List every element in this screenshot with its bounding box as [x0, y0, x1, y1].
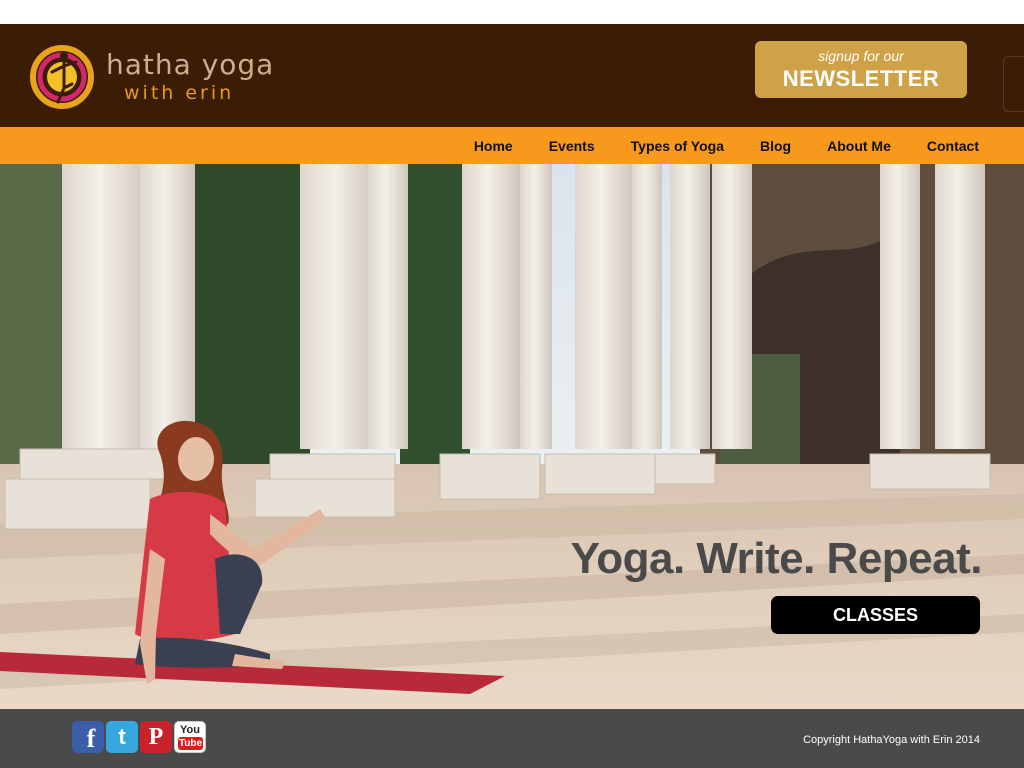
pinterest-glyph: P — [148, 723, 164, 750]
logo-subtitle: with erin — [124, 82, 235, 104]
logo-title: hatha yoga — [106, 48, 275, 81]
nav-item-about-me[interactable]: About Me — [827, 138, 891, 154]
site-footer: f t P You Tube Copyright HathaYoga with … — [0, 709, 1024, 768]
copyright-text: Copyright HathaYoga with Erin 2014 — [803, 734, 980, 746]
classes-button[interactable]: CLASSES — [771, 596, 980, 634]
youtube-icon[interactable]: You Tube — [174, 721, 206, 753]
main-navigation: Home Events Types of Yoga Blog About Me … — [0, 127, 1024, 164]
yoga-logo-icon — [30, 45, 94, 109]
nav-item-home[interactable]: Home — [474, 138, 513, 154]
nav-item-events[interactable]: Events — [549, 138, 595, 154]
pinterest-icon[interactable]: P — [140, 721, 172, 753]
youtube-you-text: You — [180, 724, 200, 736]
newsletter-small-label: signup for our — [818, 48, 904, 64]
site-header: hatha yoga with erin signup for our NEWS… — [0, 24, 1024, 127]
header-edge-decoration — [1003, 56, 1024, 112]
facebook-icon[interactable]: f — [72, 721, 104, 753]
newsletter-big-label: NEWSLETTER — [782, 66, 940, 91]
nav-item-contact[interactable]: Contact — [927, 138, 979, 154]
twitter-glyph: t — [118, 724, 126, 749]
newsletter-signup-button[interactable]: signup for our NEWSLETTER — [755, 41, 967, 98]
facebook-glyph: f — [86, 724, 96, 753]
twitter-icon[interactable]: t — [106, 721, 138, 753]
hero-banner: Yoga. Write. Repeat. CLASSES — [0, 164, 1024, 709]
nav-item-blog[interactable]: Blog — [760, 138, 791, 154]
youtube-tube-text: Tube — [178, 737, 203, 750]
site-logo[interactable]: hatha yoga with erin — [28, 44, 298, 110]
nav-item-types-of-yoga[interactable]: Types of Yoga — [631, 138, 724, 154]
hero-tagline: Yoga. Write. Repeat. — [570, 534, 983, 583]
nav-list: Home Events Types of Yoga Blog About Me … — [438, 127, 979, 164]
social-links: f t P You Tube — [72, 721, 208, 753]
top-whitespace — [0, 0, 1024, 24]
